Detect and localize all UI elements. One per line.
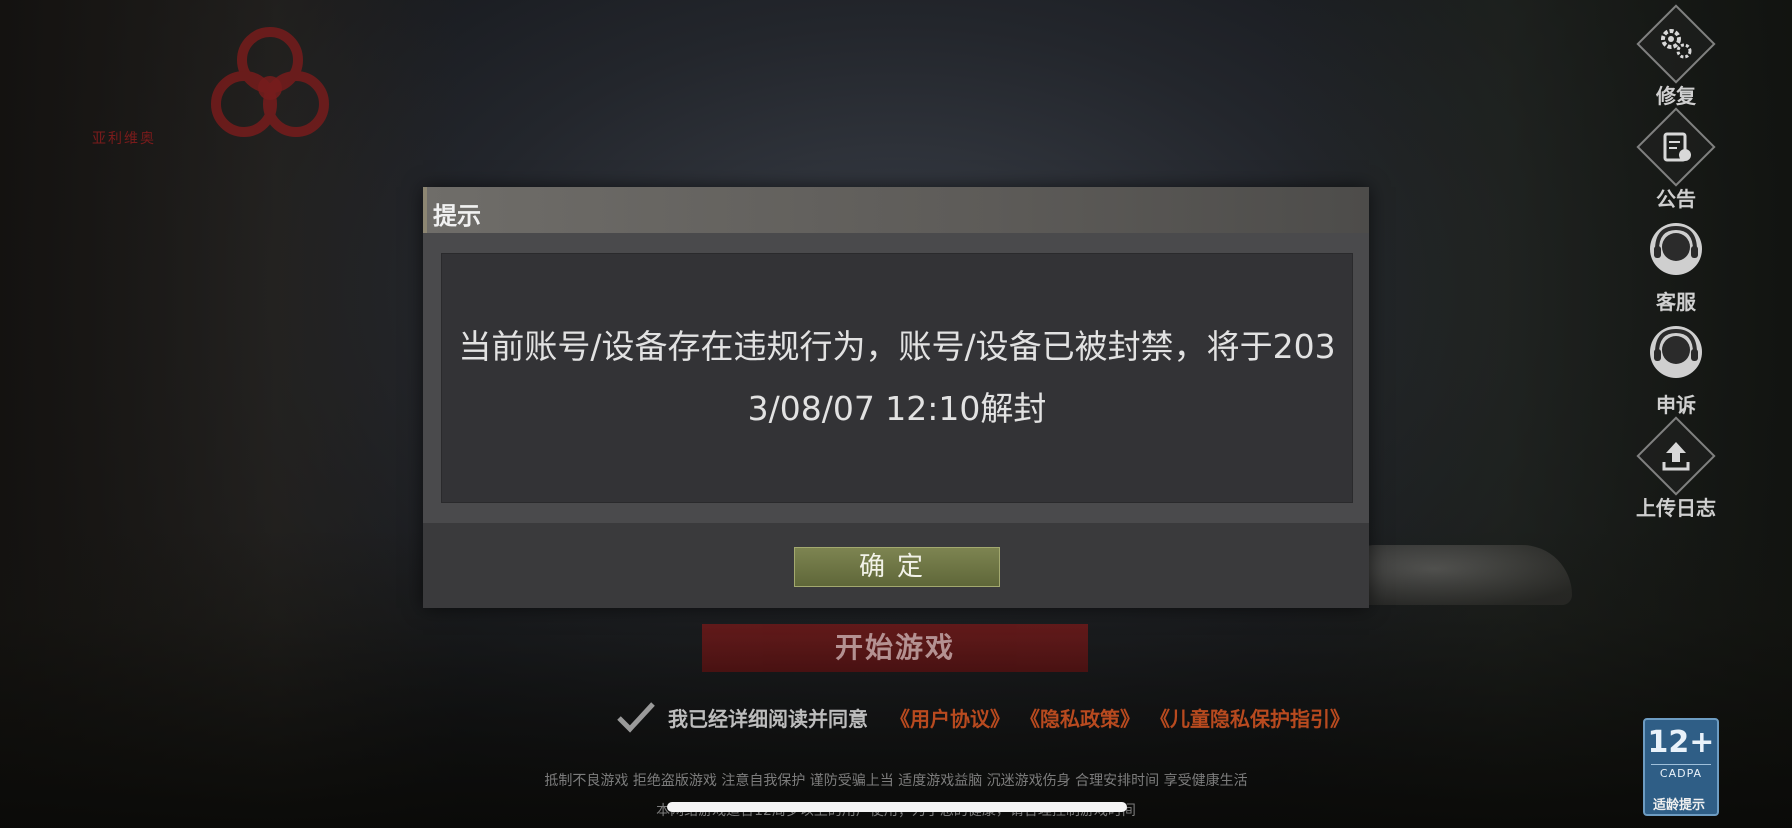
age-rating-label: 适龄提示: [1652, 798, 1705, 813]
confirm-button[interactable]: 确定: [794, 547, 1000, 587]
user-agreement-link[interactable]: 《用户协议》: [890, 703, 1010, 732]
customer-service-button[interactable]: 客服: [1628, 220, 1724, 315]
notice-dialog: 提示 当前账号/设备存在违规行为，账号/设备已被封禁，将于2033/08/07 …: [423, 187, 1369, 608]
headset-icon: [1650, 223, 1702, 275]
agreement-row: 我已经详细阅读并同意 《用户协议》 《隐私政策》 《儿童隐私保护指引》: [616, 700, 1360, 734]
announcement-button[interactable]: 公告: [1628, 107, 1724, 212]
appeal-button[interactable]: 申诉: [1628, 323, 1724, 418]
game-logo: [200, 8, 340, 148]
logo-text: 亚利维奥: [92, 131, 156, 147]
headset-icon: [1650, 326, 1702, 378]
start-game-button[interactable]: 开始游戏: [702, 624, 1088, 672]
privacy-policy-link[interactable]: 《隐私政策》: [1020, 703, 1140, 732]
announcement-icon: [1663, 132, 1691, 162]
home-indicator[interactable]: [667, 802, 1127, 812]
dialog-message-box: 当前账号/设备存在违规行为，账号/设备已被封禁，将于2033/08/07 12:…: [441, 253, 1353, 503]
upload-log-label: 上传日志: [1636, 496, 1716, 520]
upload-icon: [1662, 442, 1690, 471]
repair-button[interactable]: 修复: [1628, 4, 1724, 109]
repair-label: 修复: [1656, 84, 1696, 108]
ban-message: 当前账号/设备存在违规行为，账号/设备已被封禁，将于2033/08/07 12:…: [458, 327, 1336, 428]
agreement-text: 我已经详细阅读并同意: [668, 706, 868, 731]
dialog-header: 提示: [423, 187, 1369, 233]
child-privacy-link[interactable]: 《儿童隐私保护指引》: [1150, 703, 1350, 732]
checkmark-icon[interactable]: [616, 700, 656, 734]
dialog-title: 提示: [433, 202, 481, 230]
biohazard-icon: [211, 27, 329, 137]
dialog-body: 当前账号/设备存在违规行为，账号/设备已被封禁，将于2033/08/07 12:…: [423, 233, 1369, 523]
appeal-label: 申诉: [1656, 393, 1696, 417]
health-notice-line1: 抵制不良游戏 拒绝盗版游戏 注意自我保护 谨防受骗上当 适度游戏益脑 沉迷游戏伤…: [544, 773, 1248, 789]
announcement-label: 公告: [1656, 187, 1696, 211]
age-rating-org: CADPA: [1651, 764, 1711, 780]
age-rating-number: 12+: [1647, 725, 1715, 760]
upload-log-button[interactable]: 上传日志: [1628, 416, 1724, 521]
customer-service-label: 客服: [1656, 290, 1696, 314]
gears-icon: [1661, 29, 1692, 59]
side-menu: 修复 公告 客服 申诉 上传日志: [1628, 4, 1724, 521]
